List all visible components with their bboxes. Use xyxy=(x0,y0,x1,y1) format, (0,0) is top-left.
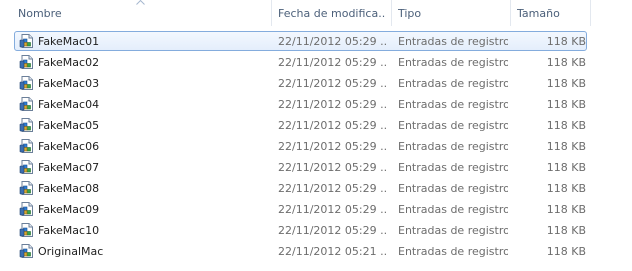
column-header-date[interactable]: Fecha de modifica... xyxy=(278,0,386,26)
registry-file-icon xyxy=(19,201,35,217)
file-row[interactable]: FakeMac05 22/11/2012 05:29 ... Entradas de… xyxy=(14,115,587,135)
file-type: Entradas de registro xyxy=(398,224,508,237)
file-type: Entradas de registro xyxy=(398,56,508,69)
registry-file-icon xyxy=(19,138,35,154)
file-name: FakeMac08 xyxy=(38,182,100,195)
file-size: 118 KB xyxy=(546,224,586,237)
file-name: FakeMac05 xyxy=(38,119,100,132)
file-row[interactable]: FakeMac08 22/11/2012 05:29 ... Entradas de… xyxy=(14,178,587,198)
file-size: 118 KB xyxy=(546,140,586,153)
file-type: Entradas de registro xyxy=(398,203,508,216)
file-size: 118 KB xyxy=(546,35,586,48)
file-modified-date: 22/11/2012 05:29 ... xyxy=(278,161,388,174)
file-modified-date: 22/11/2012 05:29 ... xyxy=(278,224,388,237)
column-header-bar: Nombre Fecha de modifica... Tipo Tamaño xyxy=(0,0,632,26)
file-type: Entradas de registro xyxy=(398,245,508,258)
registry-file-icon xyxy=(19,159,35,175)
file-type: Entradas de registro xyxy=(398,140,508,153)
file-size: 118 KB xyxy=(546,245,586,258)
file-type: Entradas de registro xyxy=(398,161,508,174)
file-name: FakeMac04 xyxy=(38,98,100,111)
file-modified-date: 22/11/2012 05:29 ... xyxy=(278,140,388,153)
file-modified-date: 22/11/2012 05:21 ... xyxy=(278,245,388,258)
file-size: 118 KB xyxy=(546,182,586,195)
file-row[interactable]: FakeMac07 22/11/2012 05:29 ... Entradas de… xyxy=(14,157,587,177)
file-row[interactable]: FakeMac01 22/11/2012 05:29 ... Entradas de… xyxy=(14,31,587,51)
file-modified-date: 22/11/2012 05:29 ... xyxy=(278,35,388,48)
file-size: 118 KB xyxy=(546,98,586,111)
registry-file-icon xyxy=(19,75,35,91)
file-name: FakeMac03 xyxy=(38,77,100,90)
column-divider[interactable] xyxy=(391,0,392,26)
file-name: FakeMac07 xyxy=(38,161,100,174)
file-row[interactable]: OriginalMac 22/11/2012 05:21 ... Entradas … xyxy=(14,241,587,261)
registry-file-icon xyxy=(19,117,35,133)
registry-file-icon xyxy=(19,243,35,259)
file-modified-date: 22/11/2012 05:29 ... xyxy=(278,203,388,216)
file-type: Entradas de registro xyxy=(398,35,508,48)
file-size: 118 KB xyxy=(546,161,586,174)
column-header-size[interactable]: Tamaño xyxy=(517,0,587,26)
file-modified-date: 22/11/2012 05:29 ... xyxy=(278,98,388,111)
file-name: FakeMac09 xyxy=(38,203,100,216)
file-type: Entradas de registro xyxy=(398,119,508,132)
column-divider[interactable] xyxy=(590,0,591,26)
registry-file-icon xyxy=(19,54,35,70)
file-row[interactable]: FakeMac02 22/11/2012 05:29 ... Entradas de… xyxy=(14,52,587,72)
file-name: FakeMac02 xyxy=(38,56,100,69)
file-row[interactable]: FakeMac06 22/11/2012 05:29 ... Entradas de… xyxy=(14,136,587,156)
file-modified-date: 22/11/2012 05:29 ... xyxy=(278,119,388,132)
file-modified-date: 22/11/2012 05:29 ... xyxy=(278,77,388,90)
column-header-type[interactable]: Tipo xyxy=(398,0,506,26)
file-row[interactable]: FakeMac04 22/11/2012 05:29 ... Entradas de… xyxy=(14,94,587,114)
file-row[interactable]: FakeMac03 22/11/2012 05:29 ... Entradas de… xyxy=(14,73,587,93)
file-name: FakeMac10 xyxy=(38,224,100,237)
registry-file-icon xyxy=(19,96,35,112)
registry-file-icon xyxy=(19,222,35,238)
file-modified-date: 22/11/2012 05:29 ... xyxy=(278,182,388,195)
file-size: 118 KB xyxy=(546,203,586,216)
file-size: 118 KB xyxy=(546,56,586,69)
column-divider[interactable] xyxy=(271,0,272,26)
registry-file-icon xyxy=(19,33,35,49)
file-row[interactable]: FakeMac09 22/11/2012 05:29 ... Entradas de… xyxy=(14,199,587,219)
file-type: Entradas de registro xyxy=(398,182,508,195)
column-divider[interactable] xyxy=(510,0,511,26)
file-size: 118 KB xyxy=(546,77,586,90)
file-name: OriginalMac xyxy=(38,245,104,258)
file-name: FakeMac06 xyxy=(38,140,100,153)
registry-file-icon xyxy=(19,180,35,196)
file-type: Entradas de registro xyxy=(398,98,508,111)
file-row[interactable]: FakeMac10 22/11/2012 05:29 ... Entradas de… xyxy=(14,220,587,240)
file-type: Entradas de registro xyxy=(398,77,508,90)
file-name: FakeMac01 xyxy=(38,35,100,48)
sort-ascending-icon xyxy=(136,0,145,5)
file-modified-date: 22/11/2012 05:29 ... xyxy=(278,56,388,69)
file-size: 118 KB xyxy=(546,119,586,132)
